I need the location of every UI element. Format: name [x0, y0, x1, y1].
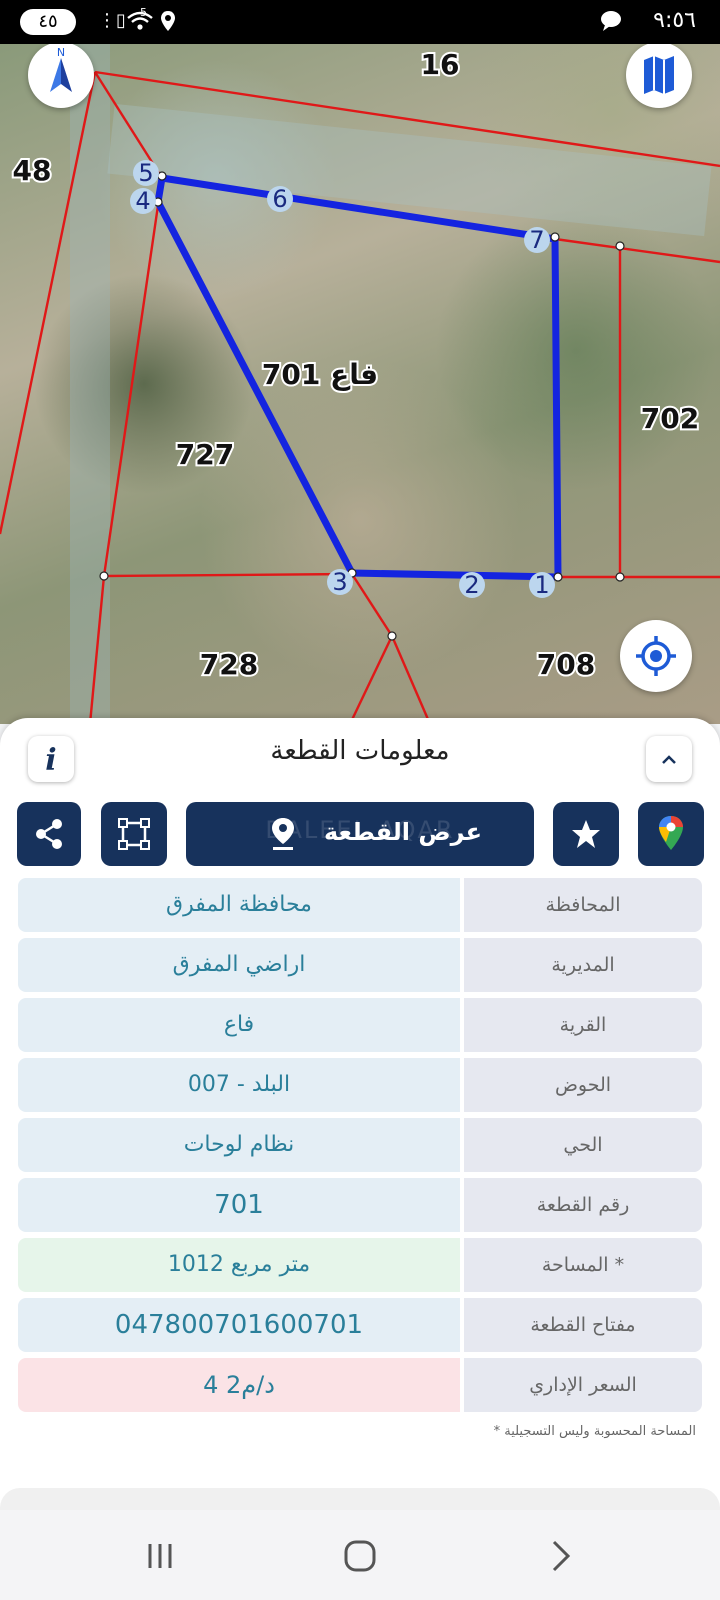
row-governorate: محافظة المفرق المحافظة	[18, 878, 702, 932]
district-label: الحي	[464, 1118, 702, 1172]
svg-text:2: 2	[464, 571, 479, 599]
vertex-label-7: 7	[524, 226, 550, 254]
notification-count-badge: ٤٥	[20, 9, 76, 35]
row-parcel-number: 701 رقم القطعة	[18, 1178, 702, 1232]
collapse-sheet-button[interactable]	[646, 736, 692, 782]
parcel-info-sheet: i معلومات القطعة DALEEL AQAR عرض القطعة	[0, 718, 720, 1518]
directorate-label: المديرية	[464, 938, 702, 992]
svg-text:6: 6	[272, 185, 287, 213]
parcel-map[interactable]: 5 4 6 7 3 2 1 16 48 فاع 701 702 727 728 …	[0, 44, 720, 724]
wifi-label: 5	[140, 6, 147, 19]
svg-text:1: 1	[534, 571, 549, 599]
map-icon	[644, 56, 674, 94]
svg-text:5: 5	[138, 159, 153, 187]
google-maps-icon	[659, 816, 683, 850]
back-button[interactable]	[540, 1536, 580, 1576]
parcel-label-701: فاع 701	[262, 358, 378, 391]
row-district: نظام لوحات الحي	[18, 1118, 702, 1172]
star-icon	[572, 820, 600, 848]
area-label: المساحة *	[464, 1238, 702, 1292]
measure-area-button[interactable]	[101, 802, 167, 866]
governorate-label: المحافظة	[464, 878, 702, 932]
share-button[interactable]	[17, 802, 81, 866]
clock: ٩:٥٦	[653, 8, 696, 33]
village-value: فاع	[18, 998, 460, 1052]
polygon-select-icon	[118, 818, 150, 850]
basin-value: البلد - 007	[18, 1058, 460, 1112]
admin-price-value: 4 د/م2	[18, 1358, 460, 1412]
show-parcel-label: عرض القطعة	[324, 818, 482, 846]
status-bar: ٤٥ ⋮▯ 5 ٩:٥٦	[0, 0, 720, 44]
parcel-label-16: 16	[421, 48, 460, 81]
parcel-label-727: 727	[176, 438, 234, 471]
share-icon	[36, 819, 62, 849]
crosshair-icon	[636, 636, 676, 676]
row-village: فاع القرية	[18, 998, 702, 1052]
svg-text:N: N	[57, 46, 65, 59]
svg-text:4: 4	[135, 187, 150, 215]
show-parcel-button[interactable]: DALEEL AQAR عرض القطعة	[186, 802, 534, 866]
row-directorate: اراضي المفرق المديرية	[18, 938, 702, 992]
system-nav-bar	[0, 1510, 720, 1600]
directorate-value: اراضي المفرق	[18, 938, 460, 992]
vibrate-icon: ⋮▯	[98, 10, 126, 31]
svg-text:3: 3	[332, 568, 347, 596]
map-overlay: 5 4 6 7 3 2 1 16 48 فاع 701 702 727 728 …	[0, 44, 720, 724]
recent-apps-button[interactable]	[140, 1536, 180, 1576]
parcel-key-label: مفتاح القطعة	[464, 1298, 702, 1352]
parcel-label-708: 708	[537, 648, 595, 681]
favorite-button[interactable]	[553, 802, 619, 866]
row-parcel-key: 047800701600701 مفتاح القطعة	[18, 1298, 702, 1352]
row-basin: البلد - 007 الحوض	[18, 1058, 702, 1112]
parcel-label-48: 48	[13, 154, 52, 187]
basin-label: الحوض	[464, 1058, 702, 1112]
parcel-number-label: رقم القطعة	[464, 1178, 702, 1232]
map-layers-button[interactable]	[626, 44, 692, 108]
my-location-button[interactable]	[620, 620, 692, 692]
area-value: 1012 متر مربع	[18, 1238, 460, 1292]
location-icon	[160, 10, 176, 37]
parcel-number-value: 701	[18, 1178, 460, 1232]
compass-north-button[interactable]: N	[28, 44, 94, 108]
district-value: نظام لوحات	[18, 1118, 460, 1172]
governorate-value: محافظة المفرق	[18, 878, 460, 932]
vertex-label-4: 4	[130, 187, 156, 215]
compass-icon: N	[50, 46, 72, 92]
area-footnote: * المساحة المحسوبة وليس التسجيلية	[493, 1424, 696, 1439]
home-button[interactable]	[340, 1536, 380, 1576]
svg-text:7: 7	[529, 226, 544, 254]
row-area: 1012 متر مربع المساحة *	[18, 1238, 702, 1292]
chevron-up-icon	[662, 755, 676, 764]
google-maps-button[interactable]	[638, 802, 704, 866]
village-label: القرية	[464, 998, 702, 1052]
parcel-label-728: 728	[200, 648, 258, 681]
sheet-title: معلومات القطعة	[270, 736, 450, 766]
admin-price-label: السعر الإداري	[464, 1358, 702, 1412]
row-admin-price: 4 د/م2 السعر الإداري	[18, 1358, 702, 1412]
location-pin-icon	[272, 818, 294, 850]
parcel-key-value[interactable]: 047800701600701	[18, 1298, 460, 1352]
parcel-label-702: 702	[641, 402, 699, 435]
chat-icon	[600, 10, 622, 37]
